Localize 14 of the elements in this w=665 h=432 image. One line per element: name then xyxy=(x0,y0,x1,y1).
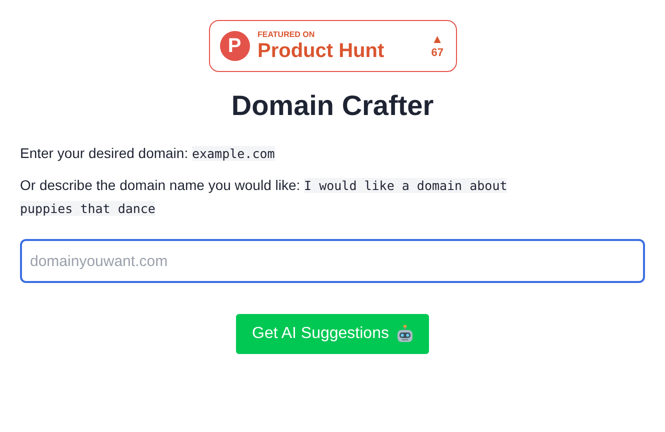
example-text: example.com xyxy=(192,146,275,161)
product-hunt-badge[interactable]: P FEATURED ON Product Hunt ▲ 67 xyxy=(208,20,456,72)
vote-count: 67 xyxy=(431,46,444,59)
instruction-text: Or describe the domain name you would like: xyxy=(20,177,300,194)
badge-caption: FEATURED ON xyxy=(258,31,316,39)
badge-title: Product Hunt xyxy=(258,41,386,61)
domain-input-field[interactable]: domainyouwant.com xyxy=(20,239,645,284)
suggestions-button[interactable]: Get AI Suggestions xyxy=(236,314,429,354)
example-text: puppies that dance xyxy=(20,200,156,216)
page-title: Domain Crafter xyxy=(231,90,434,122)
example-text: I would like a domain about xyxy=(304,178,508,194)
instruction-text: Enter your desired domain: xyxy=(20,145,188,161)
product-hunt-logo: P xyxy=(220,31,250,61)
upvote-arrow: ▲ xyxy=(431,33,444,47)
